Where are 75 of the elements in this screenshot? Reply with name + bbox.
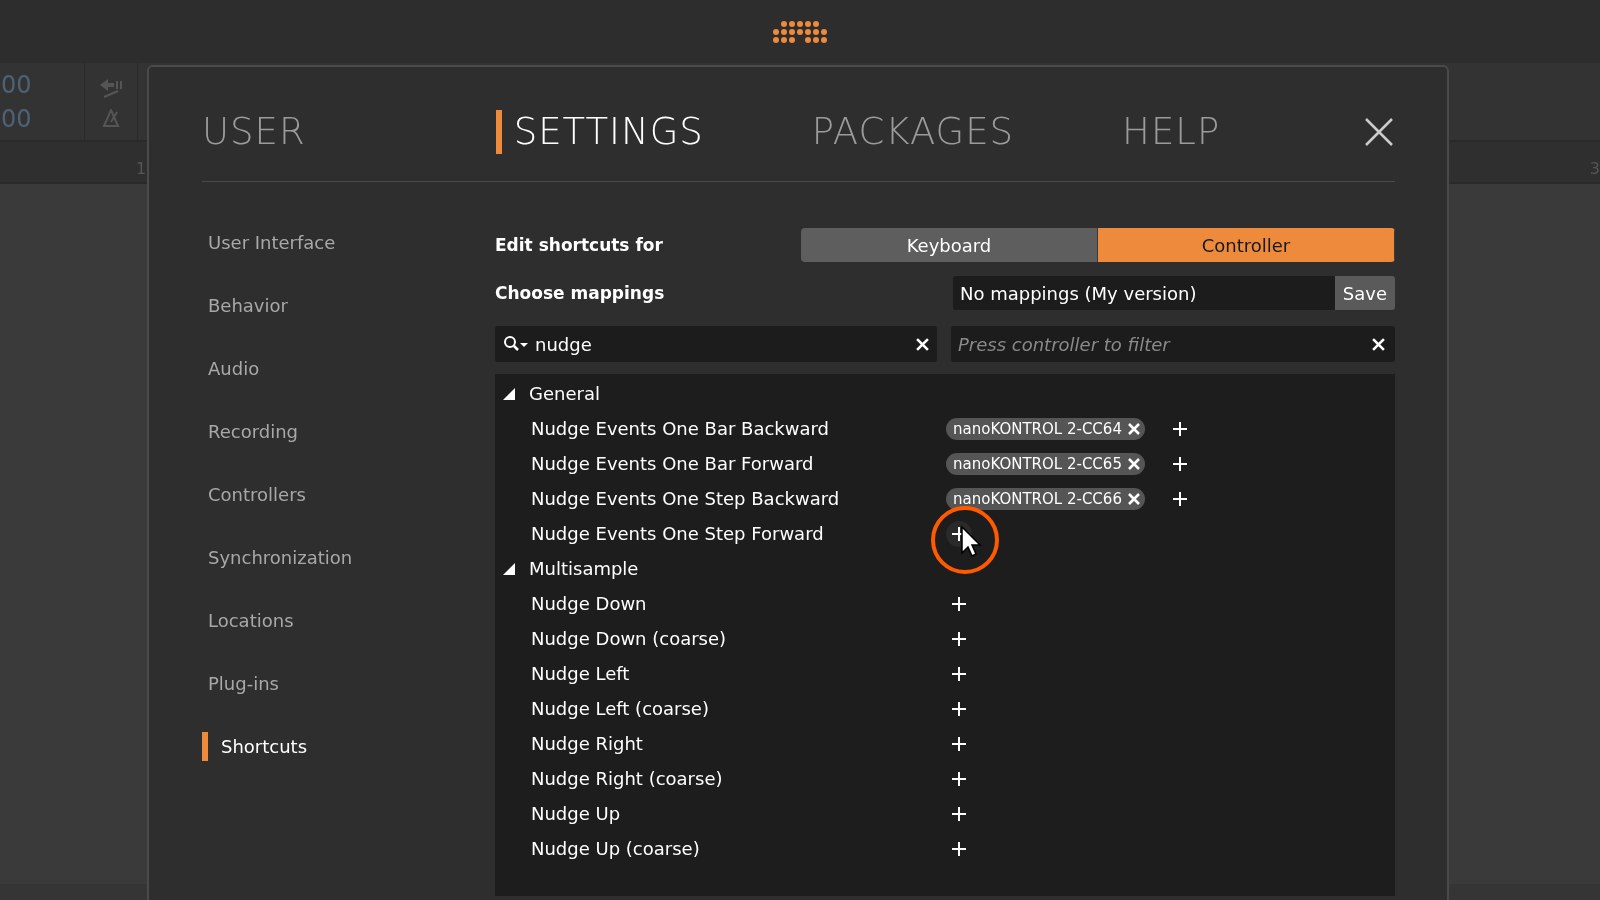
shortcut-name: Nudge Left (530, 663, 631, 684)
field-label: Choose mappings (495, 283, 665, 303)
sidebar-item[interactable]: Controllers (202, 480, 306, 509)
cursor-highlight-icon (930, 504, 1000, 575)
add-icon (952, 631, 966, 646)
group-label[interactable]: General (529, 383, 600, 404)
collapse-icon[interactable] (503, 387, 515, 400)
shortcut-name: Nudge Events One Bar Forward (530, 453, 815, 474)
add-icon (952, 736, 966, 751)
controller-filter-box[interactable]: Press controller to filter (951, 326, 1395, 362)
shortcut-name: Nudge Left (coarse) (530, 698, 710, 719)
segment-option[interactable]: Controller (1098, 228, 1395, 262)
time-readout: 00 (1, 69, 33, 100)
sidebar-item[interactable]: User Interface (202, 228, 336, 257)
add-icon (952, 701, 966, 716)
add-mapping-button[interactable] (952, 701, 966, 716)
add-icon (952, 771, 966, 786)
add-mapping-button[interactable] (952, 771, 966, 786)
collapse-icon[interactable] (503, 562, 515, 575)
shortcut-name: Nudge Right (coarse) (530, 768, 724, 789)
time-readout: 00 (1, 103, 33, 134)
shortcut-name: Nudge Down (coarse) (530, 628, 728, 649)
add-mapping-button[interactable] (1172, 421, 1187, 436)
close-icon[interactable] (1127, 492, 1140, 505)
logo-icon (772, 19, 828, 44)
sidebar-item[interactable]: Locations (202, 606, 294, 635)
save-button[interactable]: Save (1334, 276, 1395, 310)
close-icon[interactable] (916, 337, 929, 351)
tab[interactable]: PACKAGES (793, 110, 1015, 154)
tab[interactable]: HELP (1104, 110, 1221, 154)
add-icon (1172, 456, 1187, 471)
sidebar-item[interactable]: Recording (202, 417, 299, 446)
shortcut-name: Nudge Events One Bar Backward (530, 418, 831, 439)
add-icon (952, 841, 966, 856)
add-icon (1172, 421, 1187, 436)
shortcut-name: Nudge Right (530, 733, 644, 754)
add-mapping-button[interactable] (952, 736, 966, 751)
add-mapping-button[interactable] (1172, 456, 1187, 471)
segment-option[interactable]: Keyboard (801, 228, 1098, 262)
add-mapping-button[interactable] (952, 841, 966, 856)
mapping-chip[interactable]: nanoKONTROL 2-CC64 (946, 417, 1145, 440)
close-icon[interactable] (1127, 457, 1140, 470)
shortcut-name: Nudge Events One Step Backward (530, 488, 841, 509)
shortcut-name: Nudge Up (coarse) (530, 838, 701, 859)
close-icon[interactable] (1372, 337, 1385, 351)
shortcut-name: Nudge Events One Step Forward (530, 523, 825, 544)
field-label: Edit shortcuts for (495, 235, 663, 255)
add-mapping-button[interactable] (952, 631, 966, 646)
add-mapping-button[interactable] (952, 666, 966, 681)
add-icon (952, 596, 966, 611)
tab[interactable]: SETTINGS (495, 110, 704, 154)
search-icon[interactable] (503, 335, 529, 353)
add-mapping-button[interactable] (952, 596, 966, 611)
sidebar-item[interactable]: Synchronization (202, 543, 353, 572)
tab[interactable]: USER (202, 110, 306, 154)
group-label[interactable]: Multisample (529, 558, 639, 579)
add-icon (1172, 491, 1187, 506)
search-field[interactable]: nudge (535, 333, 910, 355)
search-box[interactable]: nudge (495, 326, 937, 362)
add-mapping-button[interactable] (952, 806, 966, 821)
mapping-chip[interactable]: nanoKONTROL 2-CC66 (946, 487, 1145, 510)
mappings-dropdown[interactable]: No mappings (My version) (953, 276, 1335, 310)
close-button[interactable] (1365, 118, 1393, 146)
sidebar-item[interactable]: Audio (202, 354, 260, 383)
mapping-chip[interactable]: nanoKONTROL 2-CC65 (946, 452, 1145, 475)
sidebar-item[interactable]: Plug-ins (202, 669, 279, 698)
add-icon (952, 666, 966, 681)
shortcut-name: Nudge Up (530, 803, 622, 824)
sidebar-item[interactable]: Behavior (202, 291, 288, 320)
add-icon (952, 806, 966, 821)
controller-filter-field[interactable]: Press controller to filter (958, 333, 1372, 355)
shortcut-name: Nudge Down (530, 593, 648, 614)
add-mapping-button[interactable] (1172, 491, 1187, 506)
sidebar-item[interactable]: Shortcuts (202, 732, 308, 761)
close-icon[interactable] (1127, 422, 1140, 435)
